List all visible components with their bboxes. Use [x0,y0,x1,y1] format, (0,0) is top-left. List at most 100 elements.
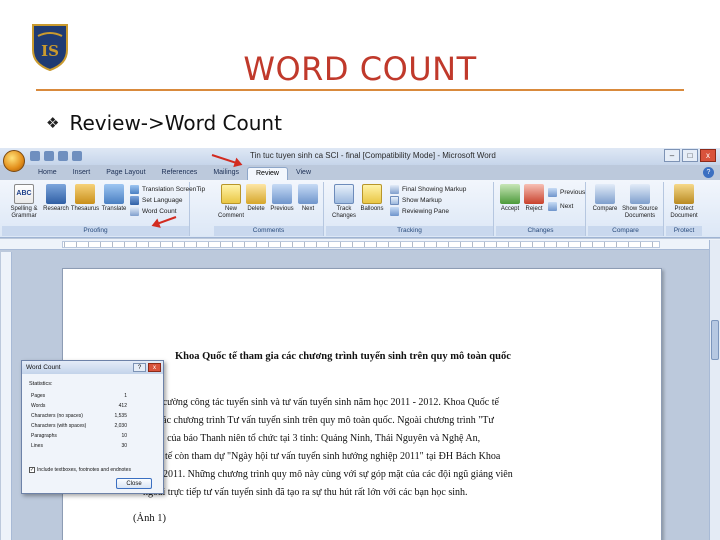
compare-icon [595,184,615,204]
redo-icon[interactable] [58,151,68,161]
balloons-icon [362,184,382,204]
minimize-button[interactable]: – [664,149,680,162]
tab-review[interactable]: Review [247,167,288,180]
translation-screentip-button[interactable]: Translation ScreenTip [130,185,205,194]
proofing-group: ABC Spelling & Grammar Research Thesauru… [2,182,205,236]
dialog-help-button[interactable]: ? [133,363,146,372]
changes-group-label: Changes [496,226,585,236]
tab-references[interactable]: References [154,167,206,180]
show-source-documents-button[interactable]: Show Source Documents [620,184,660,220]
checkbox-checked-icon[interactable]: ✓ [29,467,35,473]
translate-button[interactable]: Translate [100,184,128,213]
stat-row: Characters (with spaces) 2,030 [31,423,127,429]
set-language-button[interactable]: Set Language [130,196,182,205]
window-controls: – □ x [664,149,716,162]
tab-home[interactable]: Home [30,167,65,180]
bullet-text: Review->Word Count [69,111,282,135]
scrollbar-thumb[interactable] [711,320,719,360]
document-line: ngoài trực tiếp tư vấn tuyển sinh đã tạo… [143,487,468,498]
slide-title: WORD COUNT [243,50,477,88]
tracking-group-label: Tracking [326,226,493,236]
lock-icon [674,184,694,204]
dialog-controls: ? x [133,363,161,372]
protect-group: Protect Document Protect [666,182,702,236]
delete-comment-button[interactable]: Delete [244,184,268,213]
balloons-button[interactable]: Balloons [358,184,386,213]
new-comment-button[interactable]: New Comment [218,184,244,220]
maximize-button[interactable]: □ [682,149,698,162]
word-count-icon [130,207,139,216]
thesaurus-button[interactable]: Thesaurus [70,184,100,213]
protect-group-label: Protect [666,226,702,236]
word-count-button[interactable]: Word Count [130,207,177,216]
quick-access-toolbar [30,151,82,161]
thesaurus-icon [75,184,95,204]
spelling-icon: ABC [14,184,34,204]
previous-comment-icon [272,184,292,204]
compare-button[interactable]: Compare [590,184,620,213]
display-for-review-select[interactable]: Final Showing Markup [390,185,466,194]
reject-button[interactable]: Reject [522,184,546,213]
reviewing-pane-button[interactable]: Reviewing Pane [390,207,449,216]
show-markup-icon [390,196,399,205]
protect-document-button[interactable]: Protect Document [668,184,700,220]
accept-button[interactable]: Accept [498,184,522,213]
previous-change-icon [548,188,557,197]
help-icon[interactable]: ? [703,167,714,178]
title-bar: Tin tuc tuyen sinh ca SCI - final [Compa… [0,148,720,165]
tab-view[interactable]: View [288,167,319,180]
compare-group-label: Compare [588,226,663,236]
stat-row: Pages 1 [31,393,127,399]
tab-page-layout[interactable]: Page Layout [98,167,153,180]
delete-comment-icon [246,184,266,204]
close-button[interactable]: x [700,149,716,162]
bullet-point: ❖ Review->Word Count [46,111,282,135]
horizontal-ruler [0,239,720,250]
customize-icon[interactable] [72,151,82,161]
document-line: gia các chương trình Tư vấn tuyển sinh t… [143,415,494,426]
document-line: tăng cường công tác tuyển sinh và tư vấn… [143,397,499,408]
stat-row: Lines 30 [31,443,127,449]
accept-icon [500,184,520,204]
dialog-close-button[interactable]: Close [116,478,152,489]
window-title: Tin tuc tuyen sinh ca SCI - final [Compa… [250,151,496,160]
comments-group-label: Comments [214,226,323,236]
undo-icon[interactable] [44,151,54,161]
vertical-scrollbar[interactable] [709,240,720,540]
next-change-button[interactable]: Next [548,202,573,211]
office-button[interactable] [3,150,25,172]
compare-group: Compare Show Source Documents Compare [588,182,664,236]
ribbon: ABC Spelling & Grammar Research Thesauru… [0,180,720,238]
include-textboxes-checkbox[interactable]: ✓ Include textboxes, footnotes and endno… [29,467,131,473]
previous-comment-button[interactable]: Previous [268,184,296,213]
show-markup-button[interactable]: Show Markup [390,196,442,205]
document-line: 3.03.2011. Những chương trình quy mô này… [143,469,513,480]
dialog-close-x-button[interactable]: x [148,363,161,372]
screentip-icon [130,185,139,194]
save-icon[interactable] [30,151,40,161]
tab-insert[interactable]: Insert [65,167,99,180]
markup-icon [390,185,399,194]
document-heading: Khoa Quốc tế tham gia các chương trình t… [175,351,511,362]
statistics-label: Statistics: [29,381,53,387]
document-line: a thi" của báo Thanh niên tổ chức tại 3 … [143,433,481,444]
reject-icon [524,184,544,204]
next-comment-icon [298,184,318,204]
research-button[interactable]: Research [42,184,70,213]
vertical-ruler [1,252,12,540]
language-icon [130,196,139,205]
next-change-icon [548,202,557,211]
next-comment-button[interactable]: Next [296,184,320,213]
tracking-group: Track Changes Balloons Final Showing Mar… [326,182,494,236]
word-count-dialog: Word Count ? x Statistics: Pages 1 Words… [21,360,164,494]
reviewing-pane-icon [390,207,399,216]
ribbon-tabs: Home Insert Page Layout References Maili… [30,167,319,180]
previous-change-button[interactable]: Previous [548,188,585,197]
track-changes-button[interactable]: Track Changes [330,184,358,220]
spelling-grammar-button[interactable]: ABC Spelling & Grammar [6,184,42,220]
stat-row: Paragraphs 10 [31,433,127,439]
document-line: quốc tế còn tham dự "Ngày hội tư vấn tuy… [143,451,501,462]
research-icon [46,184,66,204]
title-divider [36,89,684,91]
changes-group: Accept Reject Previous Next Changes [496,182,586,236]
